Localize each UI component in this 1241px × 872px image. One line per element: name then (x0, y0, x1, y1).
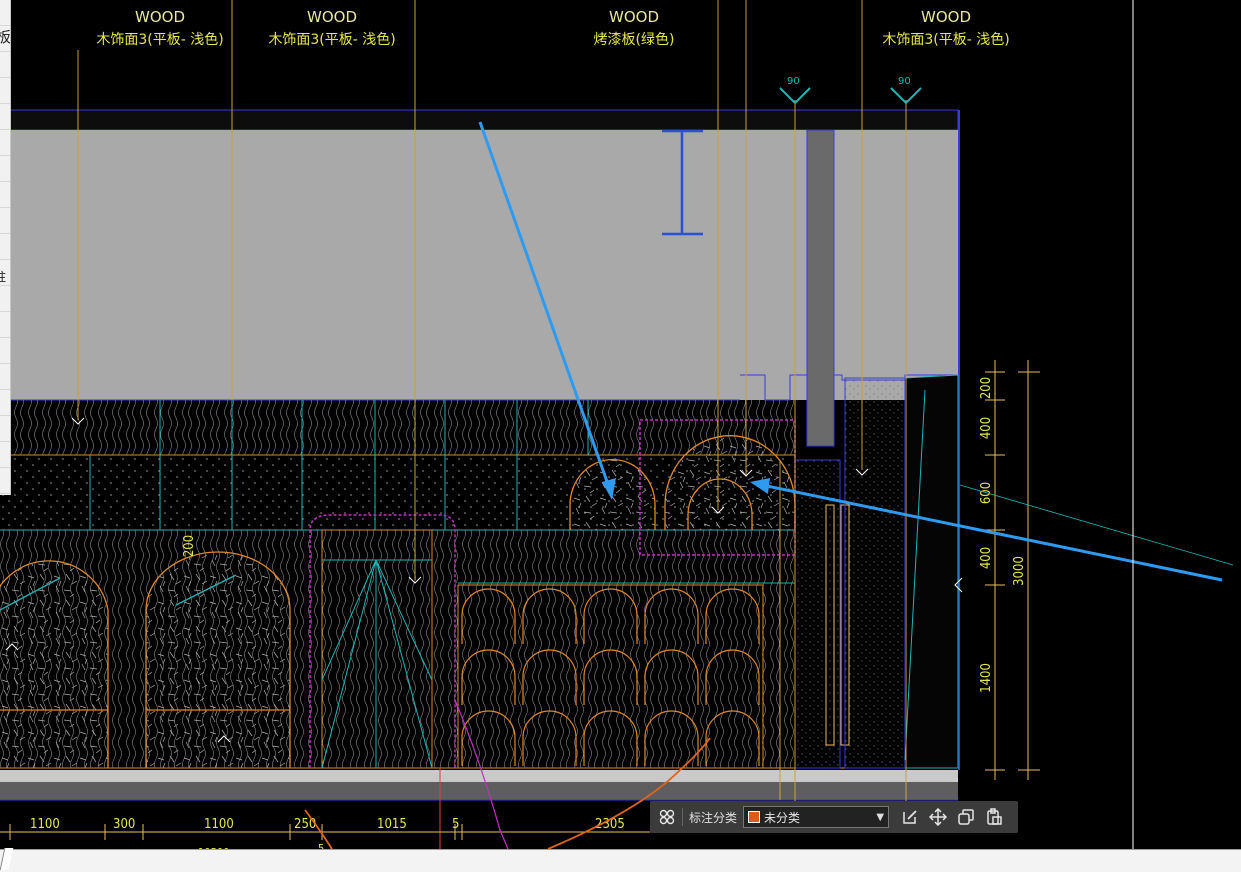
vertical-dim-value: 400 (979, 417, 994, 439)
edit-icon[interactable] (899, 806, 921, 828)
section-marks: 90 90 (779, 76, 922, 105)
annotation-toolbar: 标注分类 未分类 ▼ (650, 801, 1018, 833)
panel-glyph: 板 (0, 26, 10, 47)
section-mark-label: 90 (898, 76, 911, 87)
bottom-status-strip (0, 848, 1241, 872)
horizontal-dim-value: 1100 (204, 817, 234, 832)
material-label-name: 木饰面3(平板- 浅色) (882, 31, 1009, 48)
material-label-wood: WOOD (307, 8, 357, 26)
horizontal-dim-value: 5 (452, 817, 459, 832)
horizontal-dim-value: 250 (294, 817, 316, 832)
vertical-dim-value: 400 (979, 547, 994, 569)
material-labels: WOOD 木饰面3(平板- 浅色) WOOD 木饰面3(平板- 浅色) WOOD… (96, 8, 1009, 48)
paste-icon[interactable] (983, 806, 1005, 828)
inline-dim-value: 200 (182, 535, 197, 557)
properties-side-panel[interactable]: 板 柱 (0, 0, 11, 495)
vertical-dim-value: 1400 (979, 663, 994, 693)
material-label-wood: WOOD (921, 8, 971, 26)
category-dropdown[interactable]: 未分类 ▼ (743, 806, 890, 828)
category-color-swatch (748, 811, 761, 823)
move-icon[interactable] (927, 806, 949, 828)
section-mark-label: 90 (787, 76, 800, 87)
vertical-dim-value: 200 (979, 377, 994, 399)
cad-drawing-canvas[interactable]: 90 90 WOOD 木饰面3(平板- 浅色) WOOD 木饰面3(平板- 浅色… (0, 0, 1241, 871)
panel-glyph: 柱 (0, 268, 6, 285)
material-label-name: 木饰面3(平板- 浅色) (268, 31, 395, 48)
overall-height-value: 3000 (1012, 556, 1027, 586)
material-label-name: 木饰面3(平板- 浅色) (96, 31, 223, 48)
layout-tab[interactable] (0, 848, 14, 870)
category-value: 未分类 (764, 810, 801, 825)
chevron-down-icon: ▼ (876, 811, 885, 823)
horizontal-dim-value: 1015 (377, 817, 407, 832)
copy-icon[interactable] (955, 806, 977, 828)
material-label-wood: WOOD (609, 8, 659, 26)
horizontal-dim-value: 300 (113, 817, 135, 832)
four-circles-icon[interactable] (656, 806, 678, 828)
horizontal-dim-value: 1100 (30, 817, 60, 832)
material-label-name: 烤漆板(绿色) (594, 31, 675, 48)
category-label: 标注分类 (689, 810, 738, 825)
material-label-wood: WOOD (135, 8, 185, 26)
toolbar-divider (682, 808, 683, 826)
